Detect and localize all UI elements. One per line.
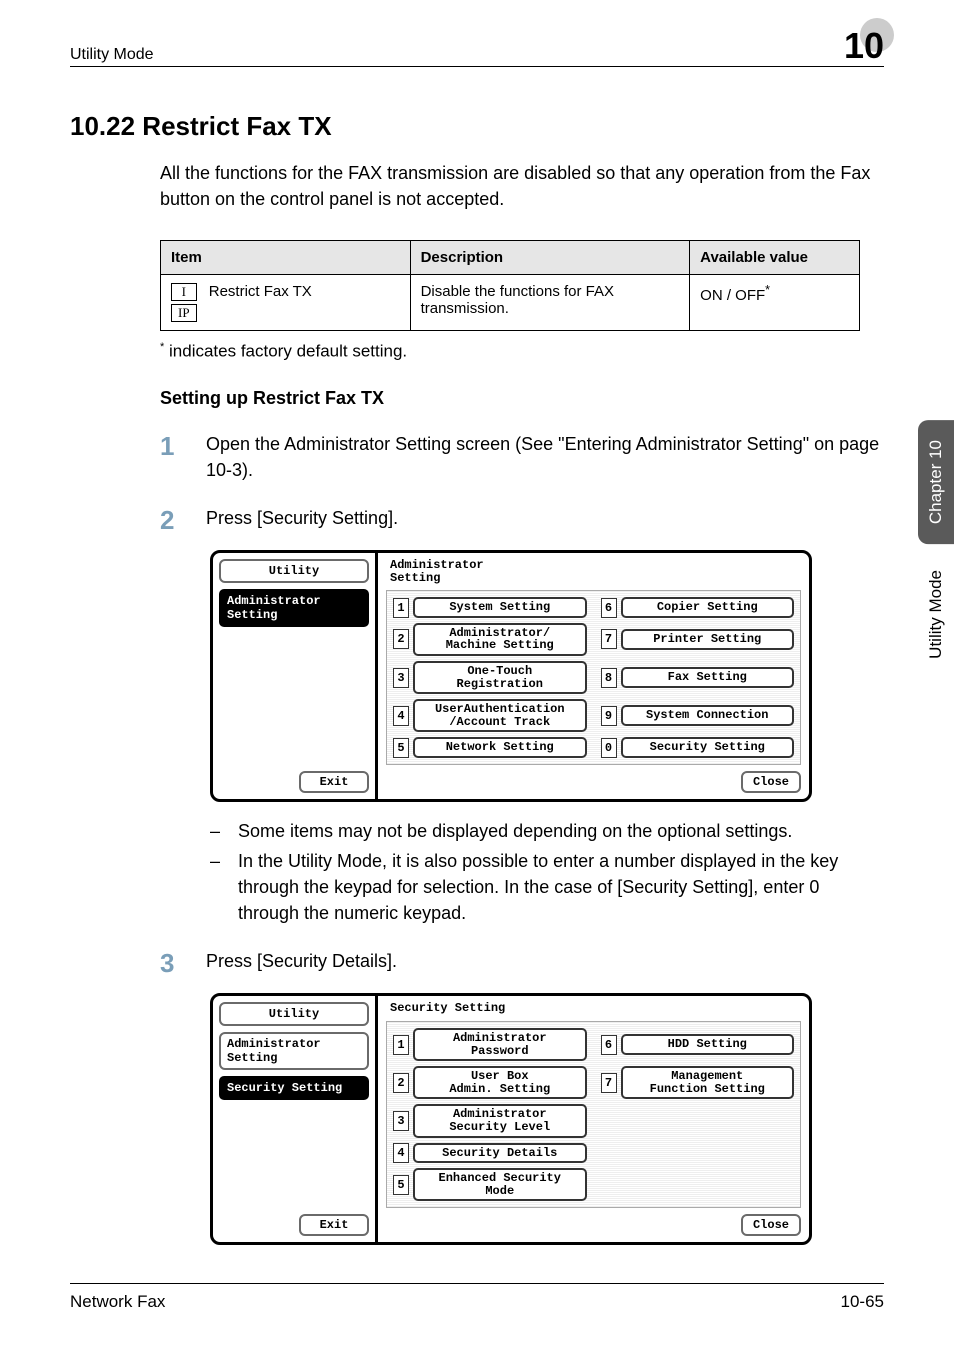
menu-num: 5 [393,1175,409,1195]
security-setting-screen: Utility Administrator Setting Security S… [210,993,812,1245]
header-section-name: Utility Mode [70,46,154,64]
admin-menu-grid: 1System Setting 6Copier Setting 2Adminis… [386,590,801,765]
security-setting-selected[interactable]: Security Setting [219,1076,369,1100]
row-icons: I IP [171,283,197,322]
utility-button[interactable]: Utility [219,1002,369,1026]
onetouch-registration-button[interactable]: One-Touch Registration [413,661,587,694]
table-row: I IP Restrict Fax TX Disable the functio… [161,275,860,331]
notes-block: –Some items may not be displayed dependi… [210,818,884,926]
section-title: 10.22 Restrict Fax TX [70,111,884,142]
note-1: Some items may not be displayed dependin… [238,818,792,844]
th-available: Available value [690,241,860,275]
subheading: Setting up Restrict Fax TX [160,388,884,409]
menu-num: 5 [393,738,409,758]
bullet-dash-icon: – [210,848,224,926]
bullet-dash-icon: – [210,818,224,844]
settings-table: Item Description Available value I IP Re… [160,240,860,331]
th-item: Item [161,241,411,275]
section-intro: All the functions for the FAX transmissi… [160,160,884,212]
menu-num: 7 [601,1073,617,1093]
side-tabs: Chapter 10 Utility Mode [918,420,954,679]
exit-button[interactable]: Exit [299,771,369,793]
menu-num: 4 [393,706,409,726]
page-header: Utility Mode 10 [70,28,884,67]
system-connection-button[interactable]: System Connection [621,705,795,726]
admin-password-button[interactable]: Administrator Password [413,1028,587,1061]
security-setting-button[interactable]: Security Setting [621,737,795,758]
menu-num: 0 [601,738,617,758]
row-item-name: Restrict Fax TX [209,283,312,300]
step-1-text: Open the Administrator Setting screen (S… [206,431,884,483]
mgmt-function-setting-button[interactable]: Management Function Setting [621,1066,795,1099]
exit-button[interactable]: Exit [299,1214,369,1236]
menu-num: 2 [393,1073,409,1093]
security-details-button[interactable]: Security Details [413,1143,587,1164]
row-asterisk: * [765,283,770,297]
admin-machine-setting-button[interactable]: Administrator/ Machine Setting [413,623,587,656]
step-2-number: 2 [160,505,180,536]
th-description: Description [410,241,690,275]
hdd-setting-button[interactable]: HDD Setting [621,1034,795,1055]
icon-i: I [171,283,197,301]
enhanced-security-mode-button[interactable]: Enhanced Security Mode [413,1168,587,1201]
step-2-text: Press [Security Setting]. [206,505,884,531]
menu-num: 6 [601,1035,617,1055]
copier-setting-button[interactable]: Copier Setting [621,597,795,618]
user-box-admin-button[interactable]: User Box Admin. Setting [413,1066,587,1099]
menu-num: 9 [601,706,617,726]
close-button[interactable]: Close [741,1214,801,1236]
menu-num: 1 [393,598,409,618]
network-setting-button[interactable]: Network Setting [413,737,587,758]
icon-ip: IP [171,304,197,322]
security-menu-grid: 1Administrator Password 6HDD Setting 2Us… [386,1021,801,1208]
system-setting-button[interactable]: System Setting [413,597,587,618]
note-2: In the Utility Mode, it is also possible… [238,848,884,926]
footnote-text: indicates factory default setting. [164,342,407,361]
menu-num: 8 [601,668,617,688]
row-available: ON / OFF* [690,275,860,331]
printer-setting-button[interactable]: Printer Setting [621,629,795,650]
footer-right: 10-65 [841,1292,884,1312]
close-button[interactable]: Close [741,771,801,793]
row-available-value: ON / OFF [700,287,765,304]
menu-num: 7 [601,629,617,649]
fax-setting-button[interactable]: Fax Setting [621,667,795,688]
menu-num: 3 [393,1111,409,1131]
admin-setting-selected[interactable]: Administrator Setting [219,589,369,627]
row-description: Disable the functions for FAX transmissi… [410,275,690,331]
user-auth-button[interactable]: UserAuthentication /Account Track [413,699,587,732]
step-1-number: 1 [160,431,180,462]
chapter-number: 10 [844,28,884,64]
step-3-number: 3 [160,948,180,979]
footer-left: Network Fax [70,1292,165,1312]
footnote: * indicates factory default setting. [160,341,884,362]
side-tab-chapter: Chapter 10 [918,420,954,544]
menu-num: 4 [393,1143,409,1163]
menu-num: 3 [393,668,409,688]
screen2-title: Security Setting [386,1002,801,1015]
menu-num: 2 [393,629,409,649]
menu-num: 6 [601,598,617,618]
step-3-text: Press [Security Details]. [206,948,884,974]
admin-security-level-button[interactable]: Administrator Security Level [413,1104,587,1137]
admin-setting-button[interactable]: Administrator Setting [219,1032,369,1070]
side-tab-utility: Utility Mode [918,550,954,679]
utility-button[interactable]: Utility [219,559,369,583]
screen1-title: Administrator Setting [386,559,801,584]
page-footer: Network Fax 10-65 [70,1283,884,1312]
menu-num: 1 [393,1035,409,1055]
admin-setting-screen: Utility Administrator Setting Exit Admin… [210,550,812,802]
